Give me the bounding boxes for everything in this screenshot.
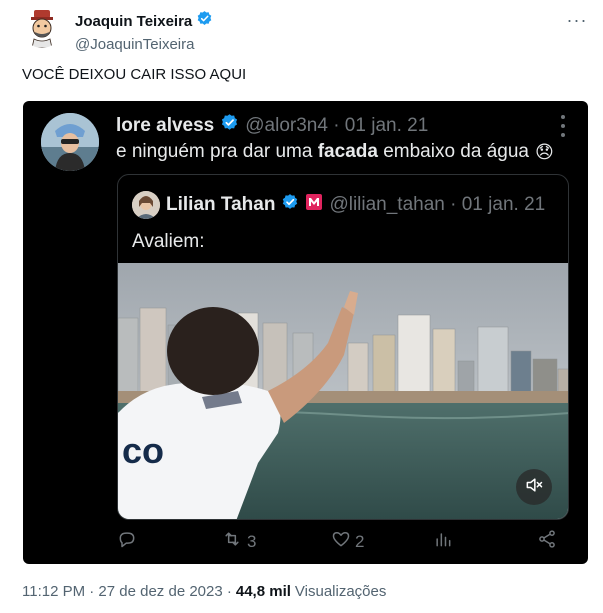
embedded-author-meta: @alor3n4 · 01 jan. 21 <box>245 114 429 136</box>
tweet-header: Joaquin Teixeira @JoaquinTeixeira ··· <box>0 0 603 60</box>
quoted-tweet: Lilian Tahan @lilian_tahan · 01 jan. 21 … <box>117 174 569 520</box>
verified-badge-icon <box>196 10 213 32</box>
avatar[interactable] <box>22 8 62 48</box>
share-action <box>537 529 557 554</box>
sad-emoji-icon: 😞 <box>535 141 554 162</box>
volume-muted-icon <box>524 475 544 500</box>
more-options-button[interactable]: ··· <box>565 10 589 30</box>
embedded-author-name: lore alvess <box>116 114 215 136</box>
retweet-count: 3 <box>247 531 257 551</box>
more-dots-icon: ··· <box>566 10 588 30</box>
share-icon <box>537 529 557 554</box>
author-handle[interactable]: @JoaquinTeixeira <box>75 36 213 53</box>
embedded-text-before: e ninguém pra dar uma <box>116 141 318 162</box>
verified-badge-icon <box>281 193 299 217</box>
reply-action <box>117 529 137 554</box>
heart-icon <box>331 529 351 554</box>
embedded-image[interactable]: lore alvess @alor3n4 · 01 jan. 21 e ning… <box>23 101 588 564</box>
video-thumbnail[interactable]: co <box>118 263 568 519</box>
tweet-text: VOCÊ DEIXOU CAIR ISSO AQUI <box>22 66 247 83</box>
quoted-avatar <box>132 191 160 219</box>
embedded-author-row: lore alvess @alor3n4 · 01 jan. 21 <box>116 113 428 138</box>
author-display-name[interactable]: Joaquin Teixeira <box>75 13 192 30</box>
affiliate-badge-icon <box>305 193 323 217</box>
quoted-author-row: Lilian Tahan @lilian_tahan · 01 jan. 21 <box>132 191 545 219</box>
verified-badge-icon <box>220 113 239 138</box>
reply-icon <box>117 529 137 554</box>
quoted-author-name: Lilian Tahan <box>166 194 276 215</box>
embedded-text-after: embaixo da água <box>377 141 529 162</box>
views-label: Visualizações <box>294 583 387 600</box>
retweet-icon <box>221 529 243 554</box>
views-count[interactable]: 44,8 mil <box>236 583 291 600</box>
svg-text:co: co <box>122 430 164 471</box>
analytics-icon <box>433 529 453 554</box>
like-action: 2 <box>331 529 364 554</box>
retweet-action: 3 <box>221 529 256 554</box>
embedded-action-bar: 3 2 <box>23 529 588 559</box>
timestamp[interactable]: 11:12 PM · 27 de dez de 2023 · <box>22 583 232 600</box>
author-block: Joaquin Teixeira @JoaquinTeixeira <box>75 10 213 53</box>
embedded-more-icon <box>560 115 566 137</box>
quoted-author-meta: @lilian_tahan · 01 jan. 21 <box>329 194 546 215</box>
mute-button[interactable] <box>516 469 552 505</box>
embedded-avatar <box>41 113 99 171</box>
analytics-action <box>433 529 453 554</box>
like-count: 2 <box>355 531 365 551</box>
embedded-text-bold: facada <box>317 141 378 162</box>
tweet-footer: 11:12 PM · 27 de dez de 2023 · 44,8 mil … <box>22 583 386 600</box>
embedded-tweet-text: e ninguém pra dar uma facada embaixo da … <box>116 141 554 163</box>
quoted-tweet-text: Avaliem: <box>132 231 205 252</box>
